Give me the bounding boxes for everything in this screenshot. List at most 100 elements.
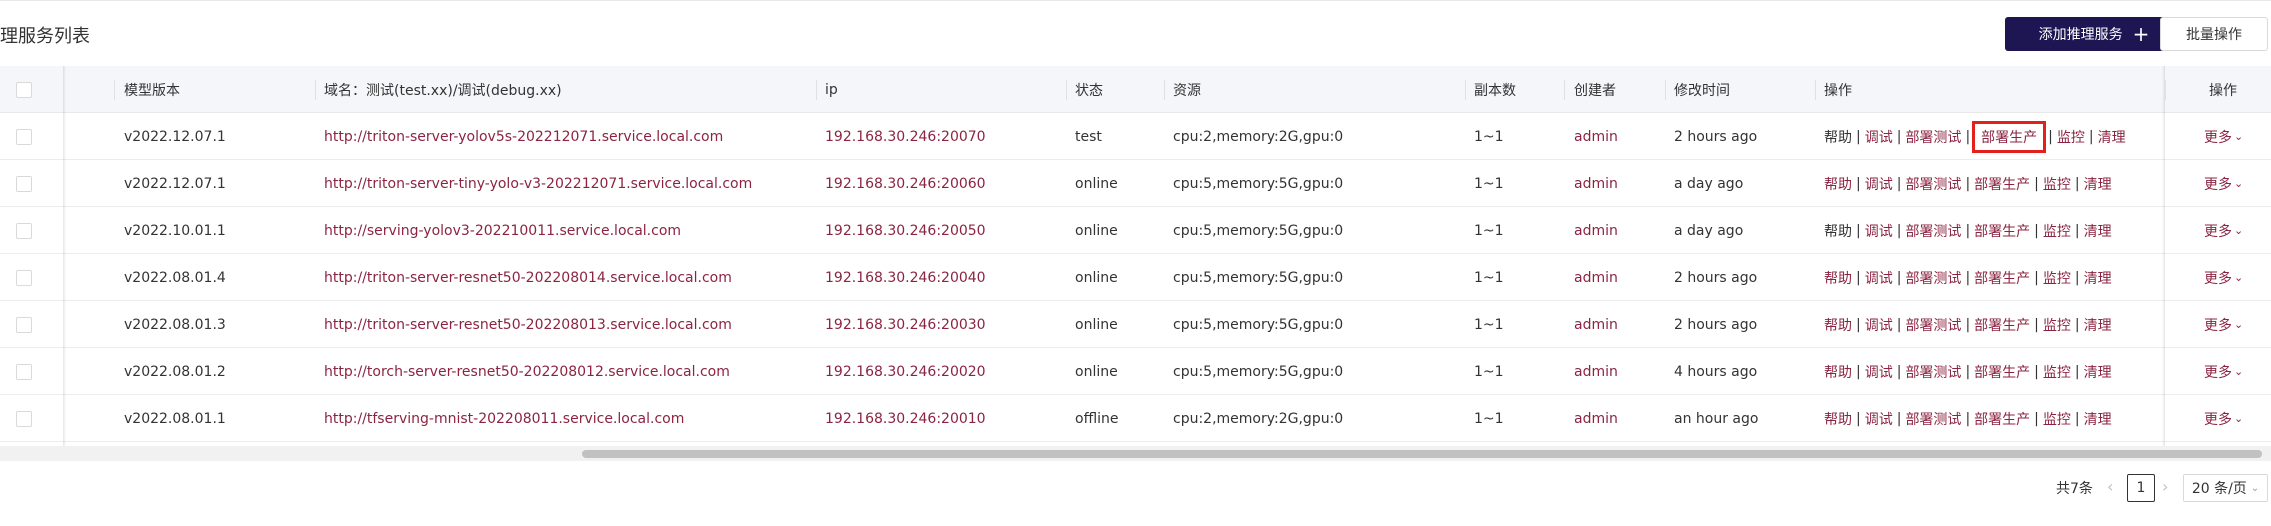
- horizontal-scrollbar[interactable]: [0, 446, 2271, 461]
- monitor-link[interactable]: 监控: [2057, 127, 2085, 147]
- select-all-checkbox[interactable]: [16, 81, 32, 98]
- monitor-link[interactable]: 监控: [2043, 174, 2071, 194]
- debug-link[interactable]: 调试: [1865, 268, 1893, 288]
- row-checkbox[interactable]: [16, 222, 32, 239]
- debug-link[interactable]: 调试: [1865, 315, 1893, 335]
- deploy-test-link[interactable]: 部署测试: [1905, 174, 1961, 194]
- domain-link[interactable]: http://torch-server-resnet50-202208012.s…: [324, 348, 730, 395]
- deploy-prod-link[interactable]: 部署生产: [1974, 268, 2030, 288]
- debug-link[interactable]: 调试: [1865, 362, 1893, 382]
- select-all-checkbox-cell[interactable]: [16, 66, 32, 113]
- row-checkbox-cell[interactable]: [16, 395, 32, 442]
- domain-link[interactable]: http://triton-server-resnet50-202208014.…: [324, 254, 732, 301]
- help-link[interactable]: 帮助: [1824, 174, 1852, 194]
- row-checkbox-cell[interactable]: [16, 160, 32, 207]
- deploy-test-link[interactable]: 部署测试: [1905, 127, 1961, 147]
- more-dropdown[interactable]: 更多 ⌄: [2204, 113, 2243, 160]
- creator-link[interactable]: admin: [1574, 301, 1618, 348]
- row-checkbox[interactable]: [16, 175, 32, 192]
- page-number-current[interactable]: 1: [2127, 474, 2155, 502]
- row-checkbox-cell[interactable]: [16, 301, 32, 348]
- clean-link[interactable]: 清理: [2084, 362, 2112, 382]
- creator-link[interactable]: admin: [1574, 254, 1618, 301]
- deploy-test-link[interactable]: 部署测试: [1905, 221, 1961, 241]
- deploy-prod-link[interactable]: 部署生产: [1972, 120, 2047, 153]
- domain-link[interactable]: http://tfserving-mnist-202208011.service…: [324, 395, 684, 442]
- clean-link[interactable]: 清理: [2084, 174, 2112, 194]
- ip-link[interactable]: 192.168.30.246:20060: [825, 160, 986, 207]
- debug-link[interactable]: 调试: [1865, 174, 1893, 194]
- scrollbar-thumb[interactable]: [582, 450, 2262, 458]
- deploy-prod-link[interactable]: 部署生产: [1974, 362, 2030, 382]
- creator-link[interactable]: admin: [1574, 113, 1618, 160]
- domain-link[interactable]: http://triton-server-yolov5s-202212071.s…: [324, 113, 723, 160]
- more-dropdown[interactable]: 更多 ⌄: [2204, 207, 2243, 254]
- prev-page-icon[interactable]: ‹: [2107, 477, 2113, 496]
- ip-link[interactable]: 192.168.30.246:20050: [825, 207, 986, 254]
- ip-link[interactable]: 192.168.30.246:20010: [825, 395, 986, 442]
- row-checkbox-cell[interactable]: [16, 348, 32, 395]
- deploy-prod-link[interactable]: 部署生产: [1974, 315, 2030, 335]
- monitor-link[interactable]: 监控: [2043, 221, 2071, 241]
- creator-link[interactable]: admin: [1574, 348, 1618, 395]
- page-size-select[interactable]: 20 条/页 ⌄: [2183, 474, 2268, 502]
- more-label: 更多: [2204, 129, 2232, 146]
- domain-link[interactable]: http://triton-server-tiny-yolo-v3-202212…: [324, 160, 752, 207]
- more-dropdown[interactable]: 更多 ⌄: [2204, 348, 2243, 395]
- monitor-link[interactable]: 监控: [2043, 409, 2071, 429]
- clean-link[interactable]: 清理: [2084, 221, 2112, 241]
- deploy-test-link[interactable]: 部署测试: [1905, 409, 1961, 429]
- clean-link[interactable]: 清理: [2084, 409, 2112, 429]
- row-checkbox[interactable]: [16, 410, 32, 427]
- add-button-label: 添加推理服务: [2038, 27, 2123, 43]
- more-dropdown[interactable]: 更多 ⌄: [2204, 160, 2243, 207]
- help-link[interactable]: 帮助: [1824, 127, 1852, 147]
- row-checkbox[interactable]: [16, 269, 32, 286]
- row-checkbox-cell[interactable]: [16, 207, 32, 254]
- deploy-prod-link[interactable]: 部署生产: [1974, 409, 2030, 429]
- domain-link[interactable]: http://triton-server-resnet50-202208013.…: [324, 301, 732, 348]
- debug-link[interactable]: 调试: [1865, 409, 1893, 429]
- deploy-prod-link[interactable]: 部署生产: [1974, 174, 2030, 194]
- row-checkbox-cell[interactable]: [16, 254, 32, 301]
- debug-link[interactable]: 调试: [1865, 127, 1893, 147]
- more-label: 更多: [2204, 364, 2232, 381]
- deploy-test-link[interactable]: 部署测试: [1905, 268, 1961, 288]
- more-dropdown[interactable]: 更多 ⌄: [2204, 301, 2243, 348]
- help-link[interactable]: 帮助: [1824, 268, 1852, 288]
- deploy-test-link[interactable]: 部署测试: [1905, 315, 1961, 335]
- more-dropdown[interactable]: 更多 ⌄: [2204, 254, 2243, 301]
- creator-link[interactable]: admin: [1574, 160, 1618, 207]
- help-link[interactable]: 帮助: [1824, 221, 1852, 241]
- monitor-link[interactable]: 监控: [2043, 362, 2071, 382]
- monitor-link[interactable]: 监控: [2043, 268, 2071, 288]
- row-checkbox-cell[interactable]: [16, 113, 32, 160]
- deploy-test-link[interactable]: 部署测试: [1905, 362, 1961, 382]
- ip-link[interactable]: 192.168.30.246:20030: [825, 301, 986, 348]
- deploy-prod-link[interactable]: 部署生产: [1974, 221, 2030, 241]
- clean-link[interactable]: 清理: [2084, 268, 2112, 288]
- more-dropdown[interactable]: 更多 ⌄: [2204, 395, 2243, 442]
- domain-link[interactable]: http://serving-yolov3-202210011.service.…: [324, 207, 681, 254]
- clean-link[interactable]: 清理: [2084, 315, 2112, 335]
- ip-link[interactable]: 192.168.30.246:20040: [825, 254, 986, 301]
- monitor-link[interactable]: 监控: [2043, 315, 2071, 335]
- help-link[interactable]: 帮助: [1824, 362, 1852, 382]
- help-link[interactable]: 帮助: [1824, 409, 1852, 429]
- row-checkbox[interactable]: [16, 316, 32, 333]
- ip-link[interactable]: 192.168.30.246:20070: [825, 113, 986, 160]
- creator-link[interactable]: admin: [1574, 207, 1618, 254]
- table-row: v2022.08.01.2 http://torch-server-resnet5…: [0, 348, 2271, 395]
- ip-link[interactable]: 192.168.30.246:20020: [825, 348, 986, 395]
- row-checkbox[interactable]: [16, 363, 32, 380]
- help-link[interactable]: 帮助: [1824, 315, 1852, 335]
- pagination: 共7条 ‹ 1 › 20 条/页 ⌄: [0, 474, 2271, 502]
- add-inference-service-button[interactable]: 添加推理服务 +: [2005, 17, 2183, 51]
- modified-time: a day ago: [1674, 175, 1744, 192]
- debug-link[interactable]: 调试: [1865, 221, 1893, 241]
- row-checkbox[interactable]: [16, 128, 32, 145]
- next-page-icon[interactable]: ›: [2162, 477, 2168, 496]
- batch-operation-button[interactable]: 批量操作: [2160, 17, 2268, 51]
- creator-link[interactable]: admin: [1574, 395, 1618, 442]
- clean-link[interactable]: 清理: [2098, 127, 2126, 147]
